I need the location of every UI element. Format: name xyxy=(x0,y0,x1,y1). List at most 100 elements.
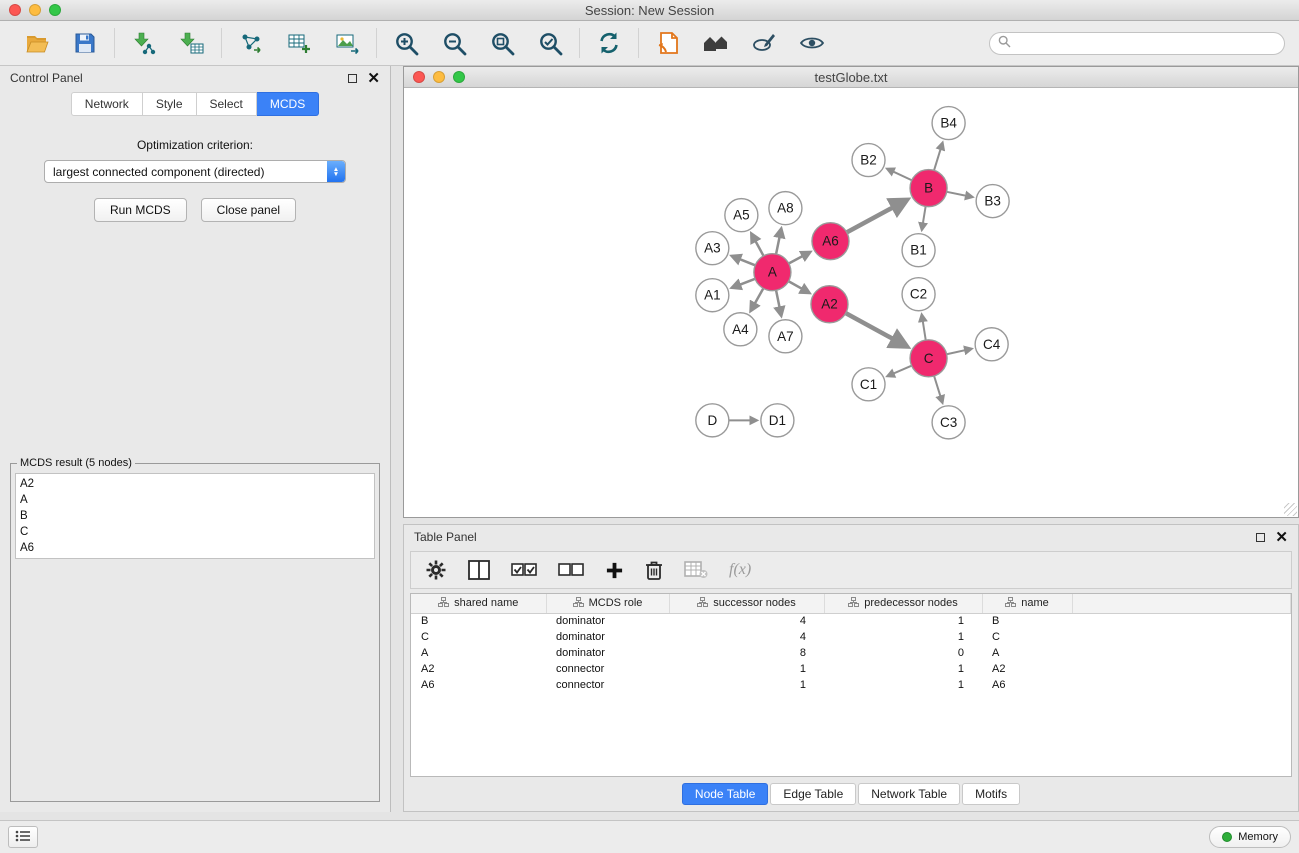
delete-column-icon[interactable] xyxy=(645,559,663,581)
graph-node-A[interactable]: A xyxy=(754,254,791,291)
table-row[interactable]: A2connector11A2 xyxy=(411,661,1291,677)
table-cell[interactable]: 4 xyxy=(669,613,824,629)
column-header[interactable]: shared name xyxy=(411,594,546,613)
graph-edge-A-A8[interactable] xyxy=(776,229,781,254)
deselect-all-rows-icon[interactable] xyxy=(558,562,584,578)
table-cell[interactable]: A2 xyxy=(982,661,1072,677)
graph-node-C2[interactable]: C2 xyxy=(902,278,935,311)
graph-edge-C-C3[interactable] xyxy=(934,376,942,402)
tab-edge-table[interactable]: Edge Table xyxy=(770,783,856,805)
graph-edge-A-A7[interactable] xyxy=(776,290,781,315)
zoom-fit-icon[interactable] xyxy=(487,28,517,58)
table-row[interactable]: A6connector11A6 xyxy=(411,677,1291,693)
table-cell[interactable]: A6 xyxy=(982,677,1072,693)
tab-select[interactable]: Select xyxy=(197,92,257,116)
graph-node-C4[interactable]: C4 xyxy=(975,328,1008,361)
graph-node-B4[interactable]: B4 xyxy=(932,107,965,140)
export-page-icon[interactable] xyxy=(653,28,683,58)
column-type-icon[interactable] xyxy=(697,597,708,610)
zoom-in-icon[interactable] xyxy=(391,28,421,58)
import-table-icon[interactable] xyxy=(177,28,207,58)
table-cell[interactable]: 1 xyxy=(824,629,982,645)
export-image-icon[interactable] xyxy=(332,28,362,58)
add-column-icon[interactable] xyxy=(605,561,624,580)
table-cell[interactable]: 1 xyxy=(824,613,982,629)
tab-motifs[interactable]: Motifs xyxy=(962,783,1020,805)
float-table-panel-icon[interactable] xyxy=(1256,533,1265,542)
refresh-icon[interactable] xyxy=(594,28,624,58)
column-type-icon[interactable] xyxy=(1005,597,1016,610)
zoom-window-icon[interactable] xyxy=(49,4,61,16)
save-session-icon[interactable] xyxy=(70,28,100,58)
zoom-out-icon[interactable] xyxy=(439,28,469,58)
table-cell[interactable]: B xyxy=(982,613,1072,629)
graph-edge-C-C2[interactable] xyxy=(922,315,926,340)
column-header[interactable]: name xyxy=(982,594,1072,613)
table-cell[interactable]: A2 xyxy=(411,661,546,677)
table-cell[interactable]: 1 xyxy=(669,677,824,693)
mcds-result-item[interactable]: B xyxy=(20,508,370,524)
graph-node-B2[interactable]: B2 xyxy=(852,144,885,177)
table-row[interactable]: Bdominator41B xyxy=(411,613,1291,629)
table-cell[interactable]: A6 xyxy=(411,677,546,693)
graph-edge-A-A3[interactable] xyxy=(732,256,755,265)
table-cell[interactable]: connector xyxy=(546,661,669,677)
graph-node-D1[interactable]: D1 xyxy=(761,404,794,437)
table-cell[interactable]: dominator xyxy=(546,645,669,661)
table-cell[interactable]: connector xyxy=(546,677,669,693)
table-cell[interactable]: C xyxy=(411,629,546,645)
criterion-dropdown[interactable]: largest connected component (directed) ▲… xyxy=(44,160,346,183)
graph-node-D[interactable]: D xyxy=(696,404,729,437)
table-row[interactable]: Adominator80A xyxy=(411,645,1291,661)
open-file-icon[interactable] xyxy=(22,28,52,58)
graph-edge-A-A1[interactable] xyxy=(732,279,755,288)
tab-node-table[interactable]: Node Table xyxy=(682,783,769,805)
search-input[interactable] xyxy=(1016,36,1276,50)
table-cell[interactable]: B xyxy=(411,613,546,629)
close-window-icon[interactable] xyxy=(9,4,21,16)
mcds-result-item[interactable]: A xyxy=(20,492,370,508)
graph-node-A3[interactable]: A3 xyxy=(696,232,729,265)
zoom-selected-icon[interactable] xyxy=(535,28,565,58)
close-table-panel-icon[interactable]: ✕ xyxy=(1275,530,1288,545)
graph-node-A1[interactable]: A1 xyxy=(696,279,729,312)
graph-edge-A2-C[interactable] xyxy=(846,313,906,346)
column-header[interactable]: predecessor nodes xyxy=(824,594,982,613)
minimize-window-icon[interactable] xyxy=(29,4,41,16)
table-cell[interactable]: 8 xyxy=(669,645,824,661)
window-resize-grip[interactable] xyxy=(1284,503,1297,516)
delete-table-icon[interactable] xyxy=(684,560,708,580)
tab-mcds[interactable]: MCDS xyxy=(257,92,319,116)
graph-node-B[interactable]: B xyxy=(910,170,947,207)
graph-edge-C-C4[interactable] xyxy=(947,349,972,354)
column-layout-icon[interactable] xyxy=(468,560,490,580)
close-panel-button[interactable]: Close panel xyxy=(201,198,296,222)
table-cell[interactable]: 1 xyxy=(824,677,982,693)
mcds-result-item[interactable]: C xyxy=(20,524,370,540)
graph-edge-C-C1[interactable] xyxy=(888,366,912,376)
graph-edge-A-A2[interactable] xyxy=(789,281,809,292)
search-field[interactable] xyxy=(989,32,1285,55)
graph-node-A5[interactable]: A5 xyxy=(725,199,758,232)
minimize-network-icon[interactable] xyxy=(433,71,445,83)
column-type-icon[interactable] xyxy=(438,597,449,610)
zoom-network-icon[interactable] xyxy=(453,71,465,83)
graph-edge-A-A5[interactable] xyxy=(752,234,764,256)
column-type-icon[interactable] xyxy=(848,597,859,610)
graph-node-B1[interactable]: B1 xyxy=(902,234,935,267)
graph-edge-A-A4[interactable] xyxy=(751,288,763,310)
table-cell[interactable]: C xyxy=(982,629,1072,645)
pen-eye-icon[interactable] xyxy=(749,28,779,58)
table-cell[interactable]: 1 xyxy=(824,661,982,677)
mcds-result-list[interactable]: A2ABCA6 xyxy=(15,473,375,559)
float-panel-icon[interactable] xyxy=(348,74,357,83)
graph-node-C[interactable]: C xyxy=(910,340,947,377)
eye-icon[interactable] xyxy=(797,28,827,58)
run-mcds-button[interactable]: Run MCDS xyxy=(94,198,187,222)
close-network-icon[interactable] xyxy=(413,71,425,83)
table-cell[interactable]: 0 xyxy=(824,645,982,661)
graph-edge-A-A6[interactable] xyxy=(789,252,810,263)
graph-node-A7[interactable]: A7 xyxy=(769,320,802,353)
new-table-icon[interactable] xyxy=(284,28,314,58)
table-cell[interactable]: 1 xyxy=(669,661,824,677)
